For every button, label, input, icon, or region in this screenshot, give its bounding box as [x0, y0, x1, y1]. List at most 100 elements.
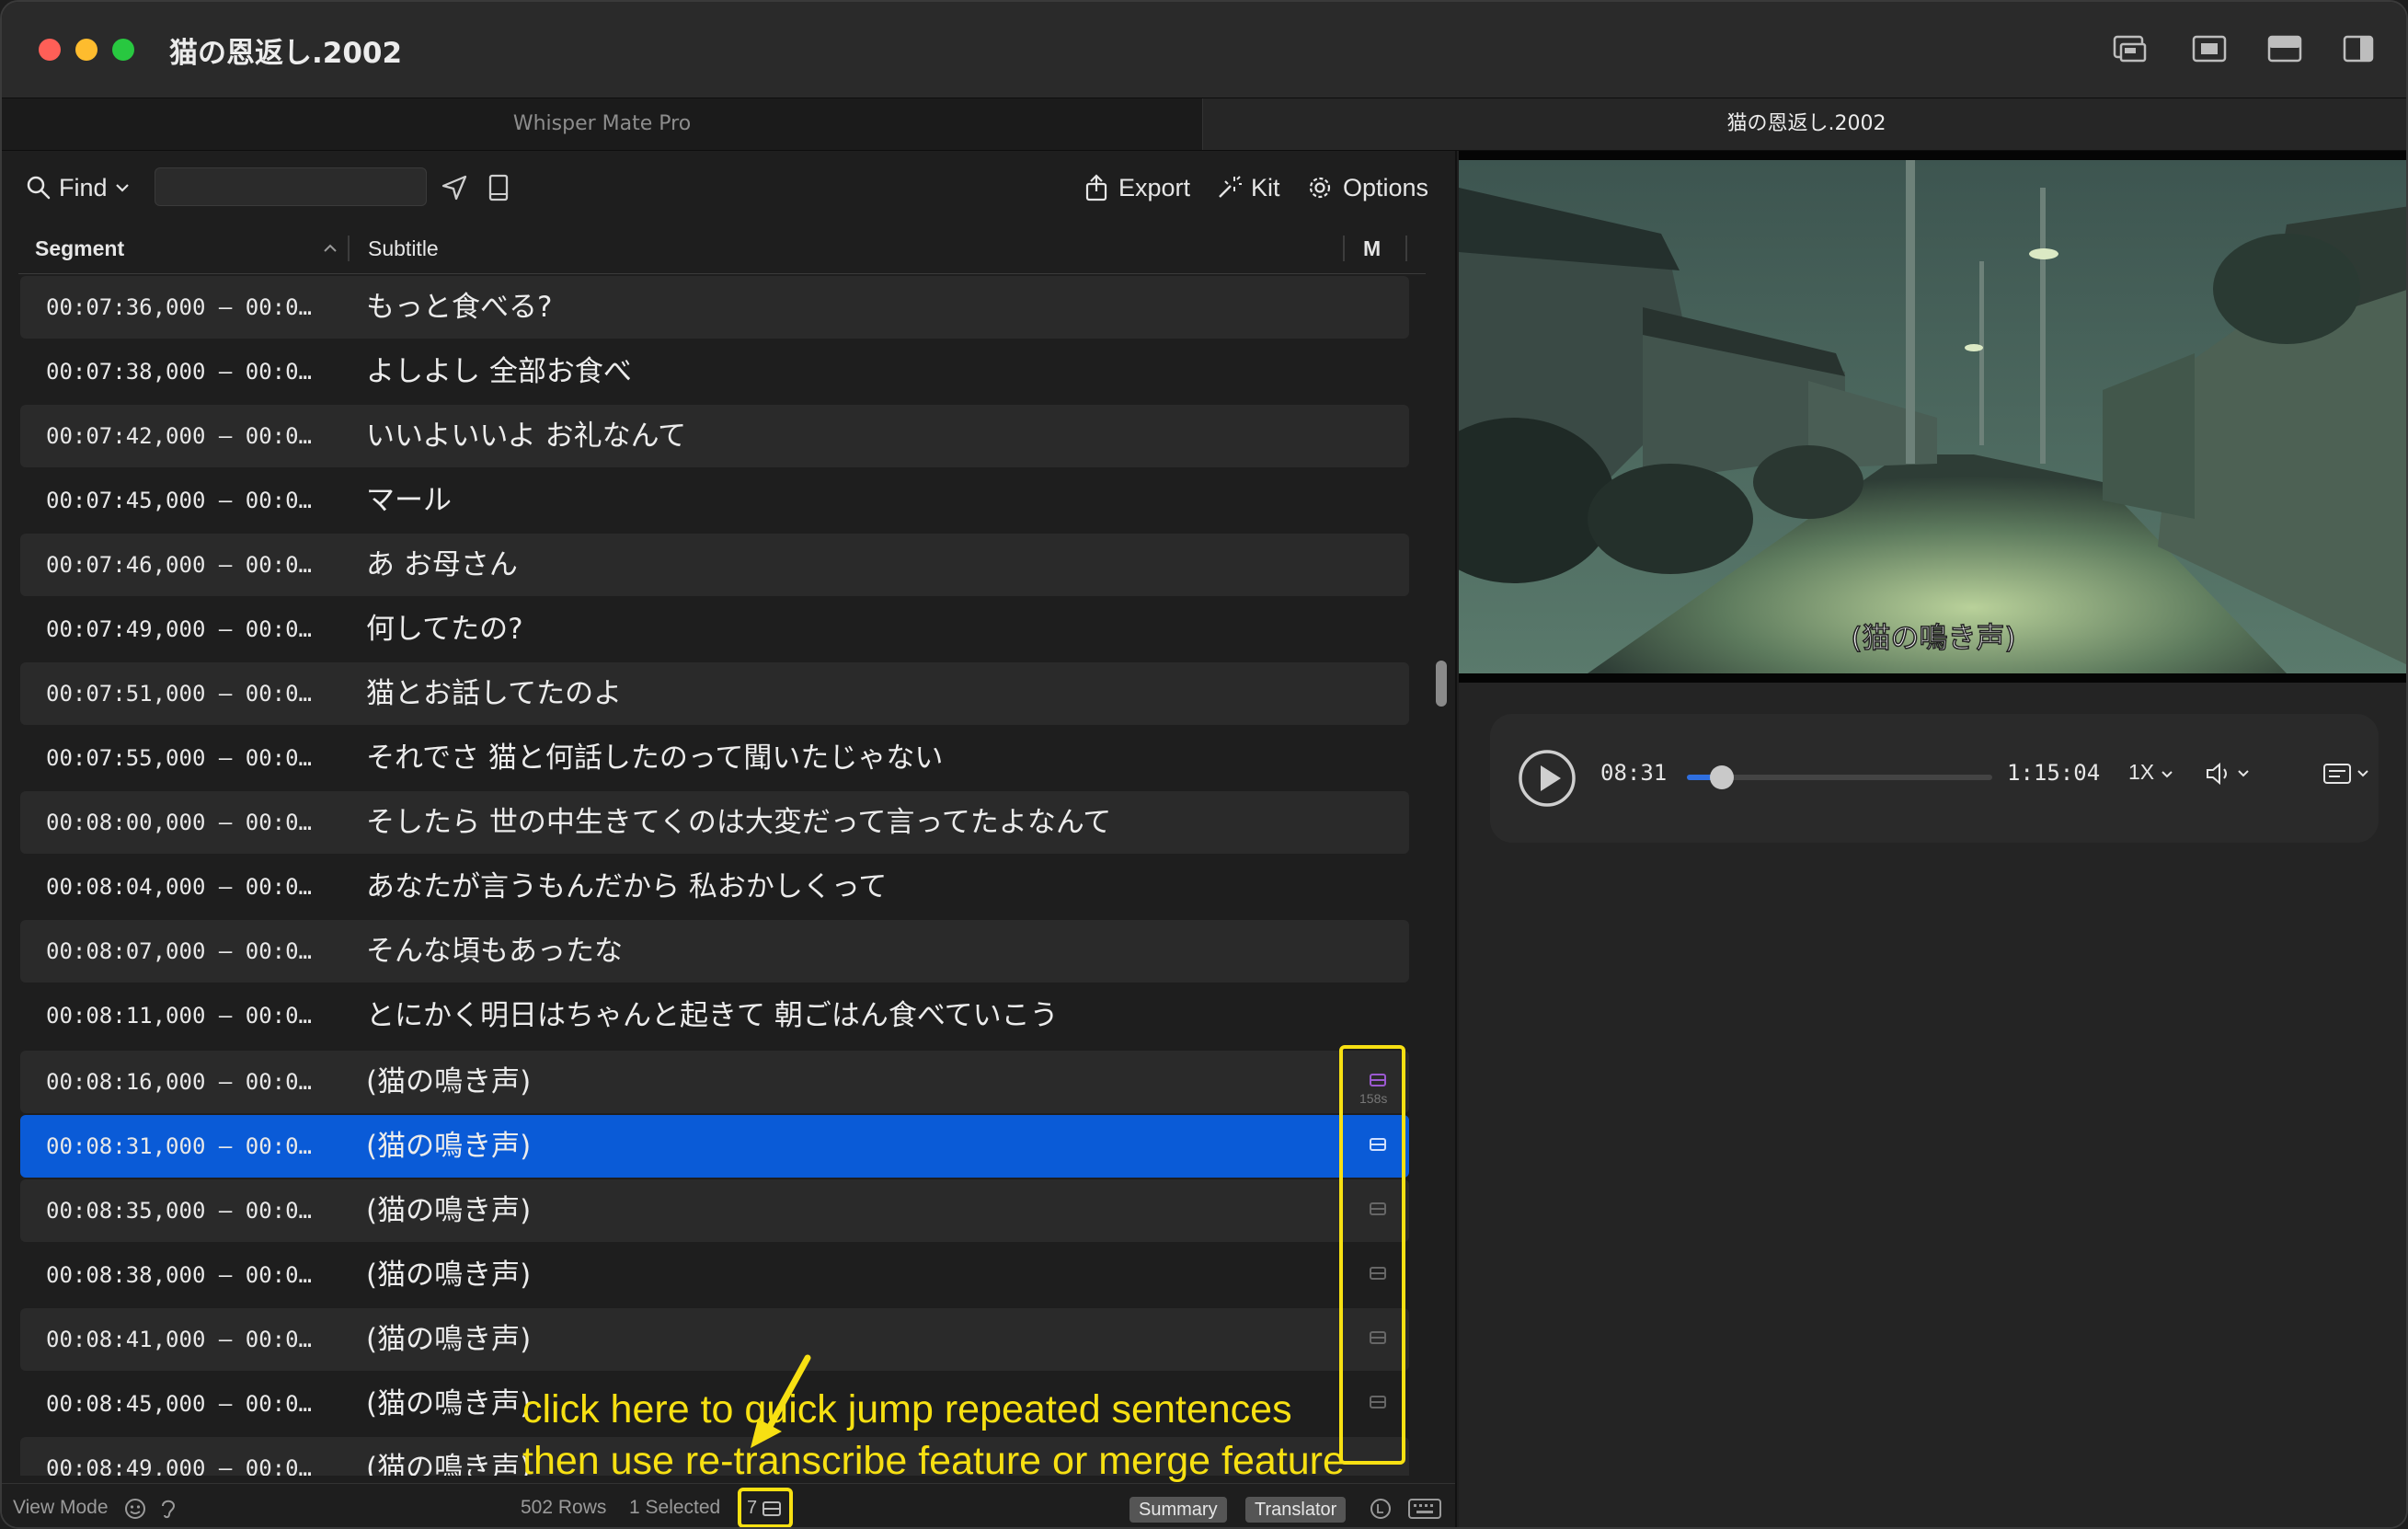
table-row[interactable]: 00:07:55,000 – 00:0… それでさ 猫と何話したのって聞いたじゃ… [20, 727, 1409, 789]
subtitle-text[interactable]: (猫の鳴き声) [366, 1437, 531, 1476]
media-player: 08:31 1:15:04 1X [1490, 714, 2379, 843]
play-button-icon[interactable] [1518, 749, 1577, 808]
subtitle-text[interactable]: マール [366, 469, 452, 532]
table-row[interactable]: 00:07:42,000 – 00:0… いいよいいよ お礼なんて [20, 405, 1409, 467]
repeat-marker-icon [763, 1501, 781, 1516]
layout-top-icon[interactable] [2266, 33, 2303, 64]
zoom-window-button[interactable] [112, 39, 134, 61]
chevron-down-icon [2161, 771, 2173, 778]
subtitle-text[interactable]: よしよし 全部お食べ [366, 340, 632, 403]
rows-count: 502 Rows [521, 1497, 607, 1518]
column-header-marker[interactable]: M [1363, 223, 1381, 274]
table-row[interactable]: 00:07:38,000 – 00:0… よしよし 全部お食べ [20, 340, 1409, 403]
subtitle-text[interactable]: (猫の鳴き声) [366, 1179, 531, 1242]
table-row[interactable]: 00:07:46,000 – 00:0… あ お母さん [20, 534, 1409, 596]
column-header-subtitle[interactable]: Subtitle [368, 223, 439, 274]
table-row[interactable]: 00:08:38,000 – 00:0… (猫の鳴き声) [20, 1244, 1409, 1306]
selected-count: 1 Selected [629, 1497, 721, 1518]
subtitle-text[interactable]: そしたら 世の中生きてくのは大変だって言ってたよなんて [366, 791, 1111, 854]
summary-button[interactable]: Summary [1129, 1497, 1227, 1523]
layout-sidebar-icon[interactable] [2342, 33, 2379, 64]
ear-icon[interactable] [158, 1497, 178, 1521]
face-icon[interactable] [123, 1497, 147, 1521]
scroll-thumb[interactable] [1436, 661, 1447, 707]
annotation-text: click here to quick jump repeated senten… [522, 1384, 1345, 1487]
subtitle-text[interactable]: (猫の鳴き声) [366, 1308, 531, 1371]
segment-time: 00:08:35,000 – 00:0… [46, 1198, 312, 1224]
segment-time: 00:07:45,000 – 00:0… [46, 488, 312, 513]
table-row[interactable]: 00:08:16,000 – 00:0… (猫の鳴き声) 158s [20, 1051, 1409, 1113]
subtitle-table: 00:07:36,000 – 00:0… もっと食べる? 00:07:38,00… [20, 276, 1409, 1476]
picture-in-picture-icon[interactable] [2112, 33, 2149, 64]
subtitle-text[interactable]: (猫の鳴き声) [366, 1373, 531, 1435]
column-divider[interactable] [1405, 236, 1407, 261]
navigate-icon[interactable] [438, 171, 471, 204]
volume-icon[interactable] [2204, 760, 2255, 787]
language-icon[interactable] [1369, 1497, 1393, 1521]
segment-time: 00:08:07,000 – 00:0… [46, 938, 312, 964]
subtitle-text[interactable]: あなたが言うもんだから 私おかしくって [366, 856, 887, 918]
subtitle-text[interactable]: (猫の鳴き声) [366, 1244, 531, 1306]
find-button[interactable]: Find [26, 169, 130, 206]
close-window-button[interactable] [39, 39, 61, 61]
tab-bar: Whisper Mate Pro 猫の恩返し.2002 [2, 98, 2406, 151]
kit-button[interactable]: Kit [1216, 169, 1280, 206]
subtitle-settings-icon[interactable] [2322, 760, 2377, 787]
speed-selector[interactable]: 1X [2128, 760, 2173, 785]
subtitle-panel: Find Export Kit Options Segment Subtitle… [2, 151, 1457, 1527]
layout-center-icon[interactable] [2191, 33, 2228, 64]
options-button[interactable]: Options [1306, 169, 1428, 206]
progress-knob[interactable] [1709, 765, 1734, 789]
vertical-scrollbar[interactable] [1431, 274, 1451, 1470]
table-row[interactable]: 00:07:49,000 – 00:0… 何してたの? [20, 598, 1409, 661]
book-icon[interactable] [482, 171, 515, 204]
current-time: 08:31 [1600, 760, 1668, 786]
kit-label: Kit [1251, 173, 1280, 201]
sort-ascending-icon[interactable] [322, 243, 338, 254]
table-row-selected[interactable]: 00:08:31,000 – 00:0… (猫の鳴き声) [20, 1115, 1409, 1178]
annotation-line-2: then use re-transcribe feature or merge … [522, 1439, 1345, 1483]
video-frame[interactable]: (猫の鳴き声) [1413, 151, 2406, 683]
subtitle-text[interactable]: いいよいいよ お礼なんて [366, 405, 686, 467]
toolbar: Find Export Kit Options [2, 151, 1455, 223]
segment-time: 00:07:49,000 – 00:0… [46, 616, 312, 642]
table-row[interactable]: 00:08:35,000 – 00:0… (猫の鳴き声) [20, 1179, 1409, 1242]
table-header: Segment Subtitle M [18, 223, 1426, 274]
subtitle-text[interactable]: (猫の鳴き声) [366, 1115, 531, 1178]
table-row[interactable]: 00:08:07,000 – 00:0… そんな頃もあったな [20, 920, 1409, 983]
table-row[interactable]: 00:08:04,000 – 00:0… あなたが言うもんだから 私おかしくって [20, 856, 1409, 918]
subtitle-text[interactable]: もっと食べる? [366, 276, 552, 339]
subtitle-text[interactable]: あ お母さん [366, 534, 518, 596]
column-header-segment[interactable]: Segment [35, 223, 124, 274]
column-divider[interactable] [1343, 236, 1345, 261]
tab-whisper-mate-pro[interactable]: Whisper Mate Pro [2, 98, 1203, 150]
subtitle-text[interactable]: とにかく明日はちゃんと起きて 朝ごはん食べていこう [366, 984, 1059, 1047]
table-row[interactable]: 00:08:11,000 – 00:0… とにかく明日はちゃんと起きて 朝ごはん… [20, 984, 1409, 1047]
progress-slider[interactable] [1687, 765, 1992, 789]
table-row[interactable]: 00:08:00,000 – 00:0… そしたら 世の中生きてくのは大変だって… [20, 791, 1409, 854]
subtitle-text[interactable]: 何してたの? [366, 598, 523, 661]
subtitle-text[interactable]: (猫の鳴き声) [366, 1051, 531, 1113]
table-row[interactable]: 00:07:36,000 – 00:0… もっと食べる? [20, 276, 1409, 339]
keyboard-icon[interactable] [1407, 1497, 1442, 1521]
table-row[interactable]: 00:08:41,000 – 00:0… (猫の鳴き声) [20, 1308, 1409, 1371]
tab-document[interactable]: 猫の恩返し.2002 [1203, 98, 2406, 150]
minimize-window-button[interactable] [75, 39, 97, 61]
search-input[interactable] [155, 167, 427, 206]
export-button[interactable]: Export [1084, 169, 1190, 206]
chevron-down-icon [115, 184, 129, 192]
translator-button[interactable]: Translator [1245, 1497, 1347, 1523]
repeat-count: 7 [747, 1498, 758, 1518]
table-row[interactable]: 00:07:51,000 – 00:0… 猫とお話してたのよ [20, 662, 1409, 725]
annotation-line-1: click here to quick jump repeated senten… [522, 1387, 1292, 1431]
segment-time: 00:08:04,000 – 00:0… [46, 874, 312, 900]
subtitle-text[interactable]: 猫とお話してたのよ [366, 662, 622, 725]
repeat-jump-button[interactable]: 7 [738, 1488, 793, 1527]
table-row[interactable]: 00:07:45,000 – 00:0… マール [20, 469, 1409, 532]
column-divider[interactable] [348, 236, 350, 261]
subtitle-text[interactable]: それでさ 猫と何話したのって聞いたじゃない [366, 727, 943, 789]
total-time: 1:15:04 [2007, 760, 2101, 786]
segment-time: 00:08:11,000 – 00:0… [46, 1003, 312, 1029]
subtitle-text[interactable]: そんな頃もあったな [366, 920, 623, 983]
segment-time: 00:08:45,000 – 00:0… [46, 1391, 312, 1417]
